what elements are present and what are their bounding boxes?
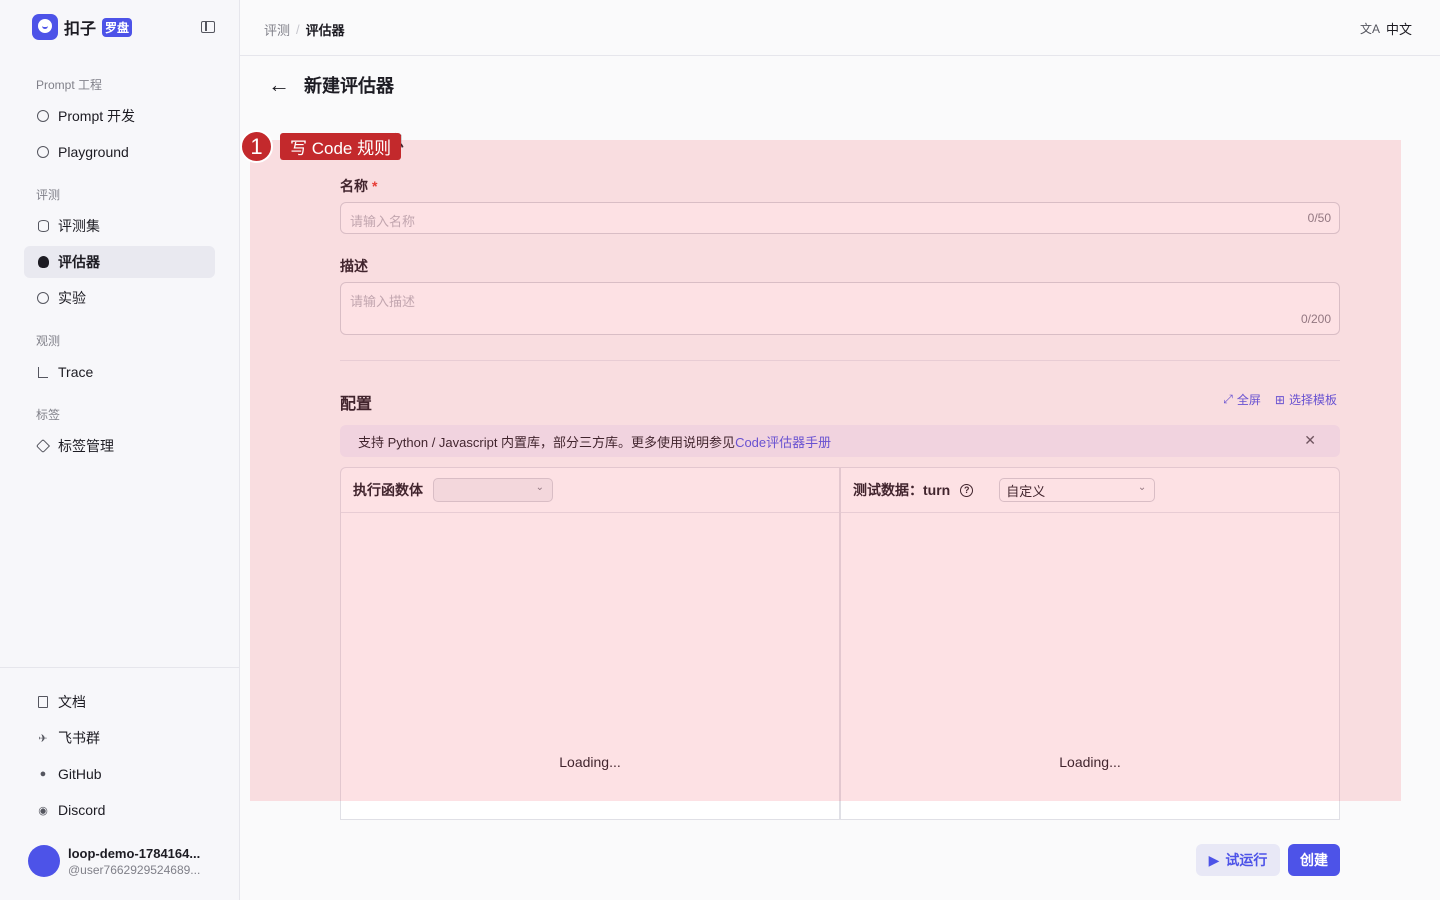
- sidebar-item-github[interactable]: ● GitHub: [24, 758, 215, 790]
- database-icon: [36, 219, 50, 233]
- logo-icon: [32, 14, 58, 40]
- sidebar-item-discord[interactable]: ◉ Discord: [24, 794, 215, 826]
- sidebar-item-tag-manage[interactable]: 标签管理: [24, 430, 215, 462]
- sidebar-item-prompt-dev[interactable]: Prompt 开发: [24, 100, 215, 132]
- breadcrumb-separator: /: [296, 22, 300, 37]
- feishu-icon: ✈: [38, 732, 48, 745]
- sidebar-item-label: GitHub: [58, 766, 102, 782]
- prompt-icon: [36, 109, 50, 123]
- trace-icon: [36, 365, 50, 379]
- breadcrumb-item-evaluator: 评估器: [305, 23, 345, 38]
- github-icon: ●: [39, 768, 47, 780]
- sidebar-item-evaluator[interactable]: 评估器: [24, 246, 215, 278]
- user-name: loop-demo-1784164...: [68, 845, 201, 861]
- breadcrumb: 评测 / 评估器: [264, 20, 345, 39]
- play-circle-icon: [36, 145, 50, 159]
- nav-group-evaluation: 评测: [36, 188, 61, 202]
- play-icon: ▶: [1208, 851, 1220, 868]
- nav-group-prompt: Prompt 工程: [36, 78, 103, 92]
- gauge-icon: [36, 291, 50, 305]
- doc-icon: [36, 695, 50, 709]
- discord-icon: ◉: [38, 804, 48, 817]
- page-title: 新建评估器: [304, 76, 394, 96]
- user-profile[interactable]: loop-demo-1784164... @user7662929524689.…: [28, 845, 210, 877]
- user-id: @user7662929524689...: [68, 862, 201, 877]
- sidebar-item-playground[interactable]: Playground: [24, 136, 215, 168]
- sidebar-item-label: 标签管理: [58, 438, 114, 454]
- back-arrow-icon[interactable]: ←: [268, 74, 290, 96]
- annotation-highlight: [250, 140, 1401, 801]
- trial-run-label: 试运行: [1225, 852, 1268, 868]
- sidebar-item-docs[interactable]: 文档: [24, 686, 215, 718]
- nav-group-observe: 观测: [36, 334, 61, 348]
- trial-run-button[interactable]: ▶ 试运行: [1196, 844, 1280, 876]
- sidebar-item-label: 实验: [58, 290, 86, 306]
- sidebar-item-label: 飞书群: [58, 730, 100, 746]
- sidebar-collapse-icon[interactable]: [201, 21, 215, 33]
- breadcrumb-item-evaluation[interactable]: 评测: [264, 20, 290, 39]
- brand-name: 扣子: [64, 21, 97, 38]
- sidebar-item-feishu[interactable]: ✈ 飞书群: [24, 722, 215, 754]
- brand-badge: 罗盘: [102, 17, 133, 37]
- create-button[interactable]: 创建: [1288, 844, 1340, 876]
- sidebar: 扣子 罗盘 Prompt 工程 Prompt 开发 Playground 评测 …: [0, 0, 240, 900]
- sidebar-divider: [0, 667, 240, 668]
- sidebar-item-label: Discord: [58, 802, 106, 818]
- sidebar-item-label: Playground: [58, 144, 129, 160]
- sidebar-item-label: Prompt 开发: [58, 108, 136, 124]
- language-switcher[interactable]: 文A 中文: [1360, 19, 1412, 38]
- sidebar-item-label: 评测集: [58, 218, 100, 234]
- sidebar-item-eval-set[interactable]: 评测集: [24, 210, 215, 242]
- language-label: 中文: [1385, 22, 1412, 37]
- top-bar: 评测 / 评估器 文A 中文: [240, 0, 1440, 56]
- bulb-icon: [36, 255, 50, 269]
- brand-logo[interactable]: 扣子 罗盘: [32, 14, 133, 40]
- avatar: [28, 845, 60, 877]
- nav-group-tags: 标签: [36, 408, 61, 422]
- annotation-number: 1: [240, 130, 273, 163]
- page-header: ← 新建评估器: [268, 72, 394, 98]
- sidebar-item-label: 评估器: [58, 254, 100, 270]
- tag-icon: [35, 438, 51, 454]
- sidebar-item-trace[interactable]: Trace: [24, 356, 215, 388]
- sidebar-item-experiment[interactable]: 实验: [24, 282, 215, 314]
- sidebar-item-label: 文档: [58, 694, 86, 710]
- annotation-label: 写 Code 规则: [280, 133, 402, 160]
- translate-icon: 文A: [1359, 22, 1380, 36]
- sidebar-item-label: Trace: [58, 364, 94, 380]
